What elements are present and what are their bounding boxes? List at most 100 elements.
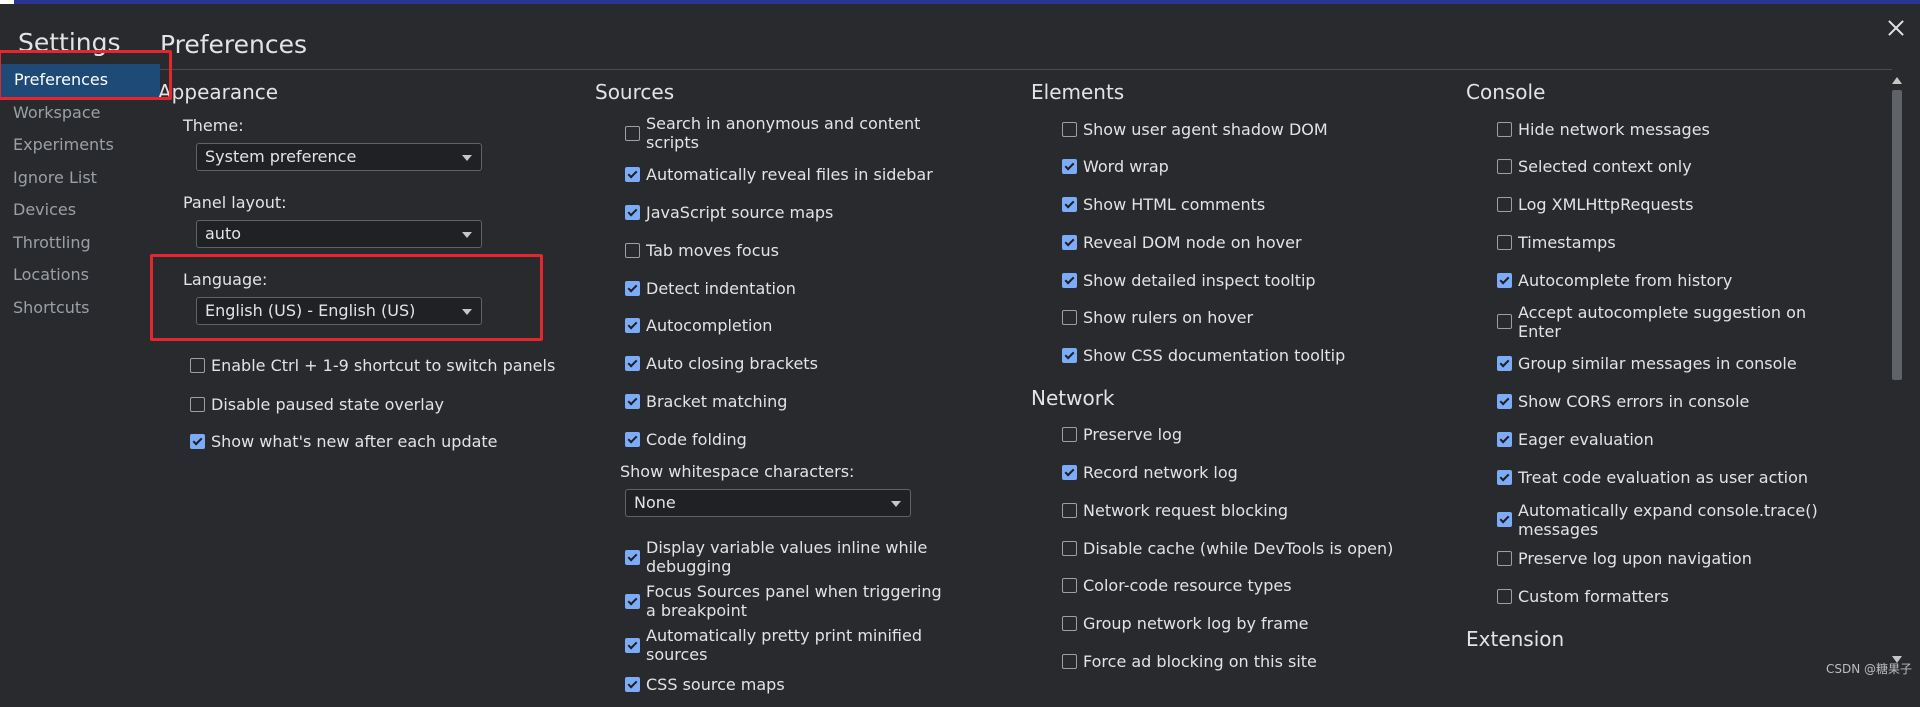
- checkbox-checked-icon[interactable]: [1062, 272, 1077, 288]
- checkbox-unchecked-icon[interactable]: [1497, 234, 1512, 250]
- checkbox-accept-autocomplete-suggestion-on-enter[interactable]: Accept autocomplete suggestion on Enter: [1497, 303, 1876, 341]
- checkbox-unchecked-icon[interactable]: [1497, 159, 1512, 175]
- checkbox-preserve-log-upon-navigation[interactable]: Preserve log upon navigation: [1497, 544, 1876, 574]
- checkbox-unchecked-icon[interactable]: [1062, 310, 1077, 326]
- checkbox-unchecked-icon[interactable]: [1062, 427, 1077, 443]
- checkbox-checked-icon[interactable]: [625, 318, 640, 334]
- checkbox-unchecked-icon[interactable]: [1497, 314, 1512, 330]
- checkbox-css-source-maps[interactable]: CSS source maps: [625, 669, 995, 699]
- checkbox-eager-evaluation[interactable]: Eager evaluation: [1497, 424, 1876, 454]
- checkbox-checked-icon[interactable]: [625, 549, 640, 565]
- checkbox-autocompletion[interactable]: Autocompletion: [625, 311, 995, 341]
- checkbox-log-xmlhttprequests[interactable]: Log XMLHttpRequests: [1497, 190, 1876, 220]
- sidebar-item-throttling[interactable]: Throttling: [0, 227, 150, 260]
- checkbox-reveal-dom-node-on-hover[interactable]: Reveal DOM node on hover: [1062, 227, 1411, 257]
- checkbox-checked-icon[interactable]: [1497, 394, 1512, 410]
- checkbox-unchecked-icon[interactable]: [1497, 197, 1512, 213]
- sidebar-item-ignore-list[interactable]: Ignore List: [0, 162, 150, 195]
- theme-select[interactable]: System preference: [196, 143, 482, 171]
- language-select[interactable]: English (US) - English (US): [196, 297, 482, 325]
- checkbox-checked-icon[interactable]: [625, 356, 640, 372]
- checkbox-checked-icon[interactable]: [625, 394, 640, 410]
- checkbox-show-detailed-inspect-tooltip[interactable]: Show detailed inspect tooltip: [1062, 265, 1411, 295]
- checkbox-code-folding[interactable]: Code folding: [625, 424, 995, 454]
- checkbox-enable-ctrl-1-9-shortcut-to-switch-panels[interactable]: Enable Ctrl + 1-9 shortcut to switch pan…: [190, 345, 555, 385]
- checkbox-checked-icon[interactable]: [625, 167, 640, 183]
- checkbox-checked-icon[interactable]: [1062, 348, 1077, 364]
- checkbox-bracket-matching[interactable]: Bracket matching: [625, 387, 995, 417]
- checkbox-unchecked-icon[interactable]: [625, 242, 640, 258]
- checkbox-show-css-documentation-tooltip[interactable]: Show CSS documentation tooltip: [1062, 341, 1411, 371]
- checkbox-automatically-reveal-files-in-sidebar[interactable]: Automatically reveal files in sidebar: [625, 160, 995, 190]
- checkbox-checked-icon[interactable]: [625, 280, 640, 296]
- checkbox-treat-code-evaluation-as-user-action[interactable]: Treat code evaluation as user action: [1497, 462, 1876, 492]
- checkbox-unchecked-icon[interactable]: [1062, 578, 1077, 594]
- checkbox-unchecked-icon[interactable]: [1497, 121, 1512, 137]
- checkbox-unchecked-icon[interactable]: [1062, 121, 1077, 137]
- checkbox-unchecked-icon[interactable]: [625, 125, 640, 141]
- checkbox-checked-icon[interactable]: [625, 676, 640, 692]
- checkbox-checked-icon[interactable]: [625, 637, 640, 653]
- sidebar-item-shortcuts[interactable]: Shortcuts: [0, 292, 150, 325]
- checkbox-force-ad-blocking-on-this-site[interactable]: Force ad blocking on this site: [1062, 647, 1411, 677]
- checkbox-show-rulers-on-hover[interactable]: Show rulers on hover: [1062, 303, 1411, 333]
- checkbox-unchecked-icon[interactable]: [1062, 616, 1077, 632]
- checkbox-unchecked-icon[interactable]: [1062, 502, 1077, 518]
- checkbox-hide-network-messages[interactable]: Hide network messages: [1497, 114, 1876, 144]
- scroll-thumb[interactable]: [1892, 90, 1902, 380]
- checkbox-checked-icon[interactable]: [1497, 431, 1512, 447]
- checkbox-unchecked-icon[interactable]: [1062, 654, 1077, 670]
- checkbox-word-wrap[interactable]: Word wrap: [1062, 152, 1411, 182]
- checkbox-automatically-pretty-print-minified-sources[interactable]: Automatically pretty print minified sour…: [625, 625, 995, 665]
- checkbox-checked-icon[interactable]: [1497, 512, 1512, 528]
- checkbox-javascript-source-maps[interactable]: JavaScript source maps: [625, 198, 995, 228]
- sidebar-item-workspace[interactable]: Workspace: [0, 97, 150, 130]
- checkbox-timestamps[interactable]: Timestamps: [1497, 227, 1876, 257]
- checkbox-checked-icon[interactable]: [1062, 234, 1077, 250]
- checkbox-checked-icon[interactable]: [625, 205, 640, 221]
- checkbox-checked-icon[interactable]: [1062, 465, 1077, 481]
- checkbox-preserve-log[interactable]: Preserve log: [1062, 420, 1411, 450]
- checkbox-checked-icon[interactable]: [1497, 272, 1512, 288]
- checkbox-autocomplete-from-history[interactable]: Autocomplete from history: [1497, 265, 1876, 295]
- checkbox-checked-icon[interactable]: [625, 593, 640, 609]
- checkbox-record-network-log[interactable]: Record network log: [1062, 458, 1411, 488]
- checkbox-automatically-expand-console-trace-messages[interactable]: Automatically expand console.trace() mes…: [1497, 500, 1876, 540]
- close-x-icon[interactable]: [1882, 14, 1910, 42]
- sidebar-item-devices[interactable]: Devices: [0, 194, 150, 227]
- settings-scrollbar[interactable]: [1889, 72, 1904, 670]
- checkbox-unchecked-icon[interactable]: [190, 396, 205, 412]
- checkbox-custom-formatters[interactable]: Custom formatters: [1497, 582, 1876, 612]
- checkbox-auto-closing-brackets[interactable]: Auto closing brackets: [625, 349, 995, 379]
- checkbox-color-code-resource-types[interactable]: Color-code resource types: [1062, 571, 1411, 601]
- checkbox-checked-icon[interactable]: [1497, 469, 1512, 485]
- checkbox-tab-moves-focus[interactable]: Tab moves focus: [625, 235, 995, 265]
- sidebar-item-experiments[interactable]: Experiments: [0, 129, 150, 162]
- checkbox-group-network-log-by-frame[interactable]: Group network log by frame: [1062, 609, 1411, 639]
- checkbox-checked-icon[interactable]: [190, 434, 205, 450]
- checkbox-checked-icon[interactable]: [1062, 159, 1077, 175]
- checkbox-disable-paused-state-overlay[interactable]: Disable paused state overlay: [190, 389, 555, 419]
- sidebar-item-locations[interactable]: Locations: [0, 259, 150, 292]
- checkbox-checked-icon[interactable]: [1062, 197, 1077, 213]
- checkbox-checked-icon[interactable]: [1497, 356, 1512, 372]
- checkbox-focus-sources-panel-when-triggering-a-breakpoint[interactable]: Focus Sources panel when triggering a br…: [625, 581, 995, 621]
- checkbox-display-variable-values-inline-while-debugging[interactable]: Display variable values inline while deb…: [625, 537, 995, 577]
- checkbox-disable-cache-while-devtools-is-open[interactable]: Disable cache (while DevTools is open): [1062, 533, 1411, 563]
- checkbox-show-cors-errors-in-console[interactable]: Show CORS errors in console: [1497, 387, 1876, 417]
- checkbox-show-what-s-new-after-each-update[interactable]: Show what's new after each update: [190, 427, 555, 457]
- checkbox-unchecked-icon[interactable]: [1497, 589, 1512, 605]
- checkbox-detect-indentation[interactable]: Detect indentation: [625, 273, 995, 303]
- checkbox-network-request-blocking[interactable]: Network request blocking: [1062, 495, 1411, 525]
- checkbox-search-in-anonymous-and-content-scripts[interactable]: Search in anonymous and content scripts: [625, 114, 995, 152]
- checkbox-unchecked-icon[interactable]: [190, 357, 205, 373]
- sidebar-item-preferences[interactable]: Preferences: [1, 64, 160, 97]
- checkbox-show-user-agent-shadow-dom[interactable]: Show user agent shadow DOM: [1062, 114, 1411, 144]
- whitespace-select[interactable]: None: [625, 489, 911, 518]
- panel-layout-select[interactable]: auto: [196, 220, 482, 248]
- checkbox-unchecked-icon[interactable]: [1062, 540, 1077, 556]
- checkbox-unchecked-icon[interactable]: [1497, 551, 1512, 567]
- checkbox-show-html-comments[interactable]: Show HTML comments: [1062, 190, 1411, 220]
- checkbox-checked-icon[interactable]: [625, 431, 640, 447]
- scroll-up-arrow-icon[interactable]: [1892, 77, 1902, 84]
